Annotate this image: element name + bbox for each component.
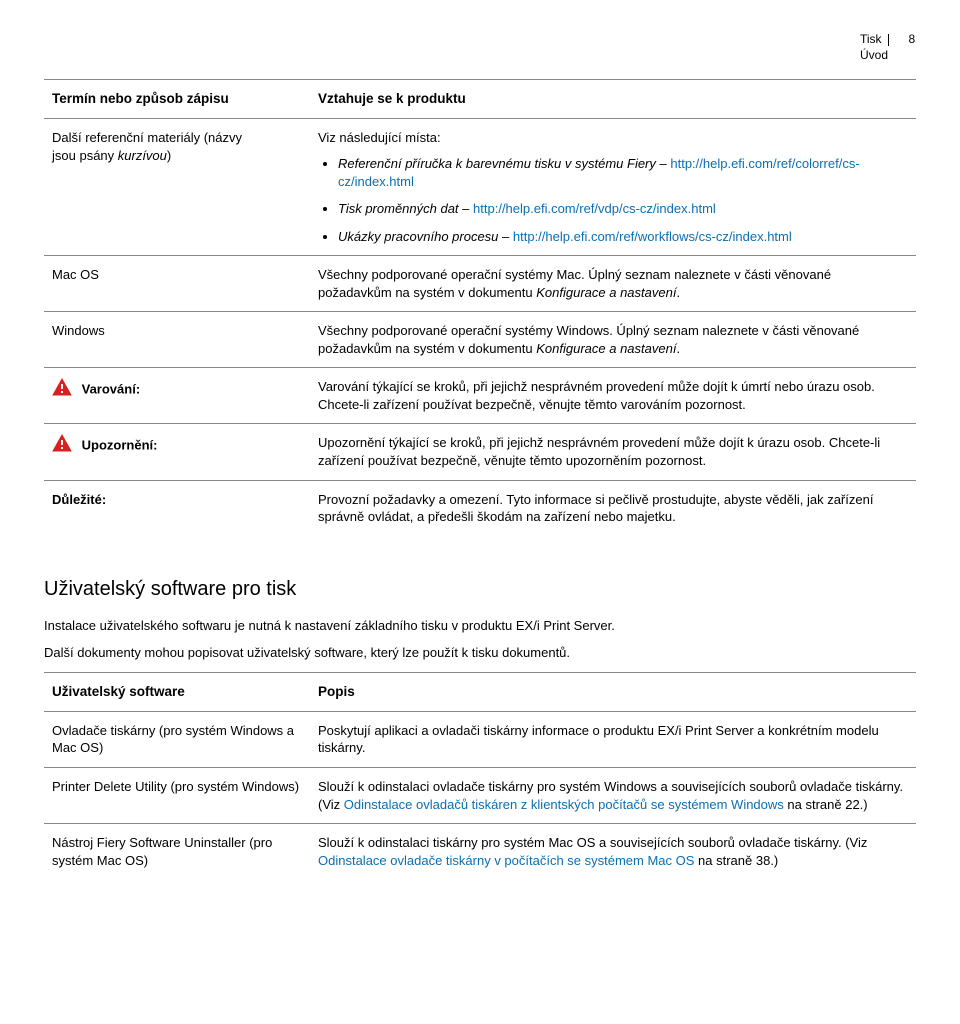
important-text: Provozní požadavky a omezení. Tyto infor… [310, 480, 916, 536]
header-subtitle: Úvod [860, 48, 916, 64]
conventions-table: Termín nebo způsob zápisu Vztahuje se k … [44, 79, 916, 535]
refs-label-line2b: ) [167, 148, 171, 163]
table-row: Printer Delete Utility (pro systém Windo… [44, 768, 916, 824]
refs-intro: Viz následující místa: [318, 130, 441, 145]
uninstaller-text-a: Slouží k odinstalaci tiskárny pro systém… [318, 835, 867, 850]
header-title: Tisk [860, 32, 882, 48]
refs-label-line2a: jsou psány [52, 148, 118, 163]
macos-text-ital: Konfigurace a nastavení [536, 285, 676, 300]
software-col1-header: Uživatelský software [44, 672, 310, 711]
warning-text: Varování týkající se kroků, při jejichž … [310, 368, 916, 424]
list-item: Ukázky pracovního procesu – http://help.… [338, 228, 908, 246]
refs-label-line1: Další referenční materiály (názvy [52, 130, 242, 145]
drivers-text: Poskytují aplikaci a ovladači tiskárny i… [310, 711, 916, 767]
page-header: Tisk 8 Úvod [44, 32, 916, 63]
caution-label: Upozornění: [82, 438, 158, 453]
section-p1: Instalace uživatelského softwaru je nutn… [44, 617, 916, 635]
refs-bullets: Referenční příručka k barevnému tisku v … [318, 155, 908, 245]
uninstaller-text-b: na straně 38.) [694, 853, 778, 868]
conventions-col2-header: Vztahuje se k produktu [310, 80, 916, 119]
macos-text-b: . [676, 285, 680, 300]
header-divider [888, 34, 889, 46]
table-row: Varování: Varování týkající se kroků, př… [44, 368, 916, 424]
table-row: Ovladače tiskárny (pro systém Windows a … [44, 711, 916, 767]
warning-icon [52, 378, 72, 401]
section-p2: Další dokumenty mohou popisovat uživatel… [44, 644, 916, 662]
uninstaller-label: Nástroj Fiery Software Uninstaller (pro … [44, 824, 310, 880]
list-item: Tisk proměnných dat – http://help.efi.co… [338, 200, 908, 218]
software-col2-header: Popis [310, 672, 916, 711]
page-number: 8 [909, 32, 916, 48]
caution-icon [52, 434, 72, 457]
delete-link[interactable]: Odinstalace ovladačů tiskáren z klientsk… [344, 797, 784, 812]
table-row: Mac OS Všechny podporované operační syst… [44, 256, 916, 312]
table-row: Windows Všechny podporované operační sys… [44, 312, 916, 368]
windows-label: Windows [44, 312, 310, 368]
list-item: Referenční příručka k barevnému tisku v … [338, 155, 908, 190]
delete-label: Printer Delete Utility (pro systém Windo… [44, 768, 310, 824]
bullet-link[interactable]: http://help.efi.com/ref/workflows/cs-cz/… [513, 229, 792, 244]
caution-text: Upozornění týkající se kroků, při jejich… [310, 424, 916, 480]
refs-label-italic: kurzívou [118, 148, 167, 163]
table-row: Další referenční materiály (názvy jsou p… [44, 119, 916, 256]
table-row: Důležité: Provozní požadavky a omezení. … [44, 480, 916, 536]
table-row: Upozornění: Upozornění týkající se kroků… [44, 424, 916, 480]
software-table: Uživatelský software Popis Ovladače tisk… [44, 672, 916, 880]
section-heading: Uživatelský software pro tisk [44, 576, 916, 603]
delete-text-b: na straně 22.) [784, 797, 868, 812]
table-row: Nástroj Fiery Software Uninstaller (pro … [44, 824, 916, 880]
conventions-col1-header: Termín nebo způsob zápisu [44, 80, 310, 119]
uninstaller-link[interactable]: Odinstalace ovladače tiskárny v počítačí… [318, 853, 694, 868]
important-label: Důležité: [52, 492, 106, 507]
drivers-label: Ovladače tiskárny (pro systém Windows a … [44, 711, 310, 767]
bullet-text: Referenční příručka k barevnému tisku v … [338, 156, 656, 171]
windows-text-b: . [676, 341, 680, 356]
windows-text-ital: Konfigurace a nastavení [536, 341, 676, 356]
bullet-link[interactable]: http://help.efi.com/ref/vdp/cs-cz/index.… [473, 201, 716, 216]
warning-label: Varování: [82, 382, 141, 397]
bullet-text: Ukázky pracovního procesu [338, 229, 498, 244]
macos-label: Mac OS [44, 256, 310, 312]
bullet-text: Tisk proměnných dat [338, 201, 459, 216]
